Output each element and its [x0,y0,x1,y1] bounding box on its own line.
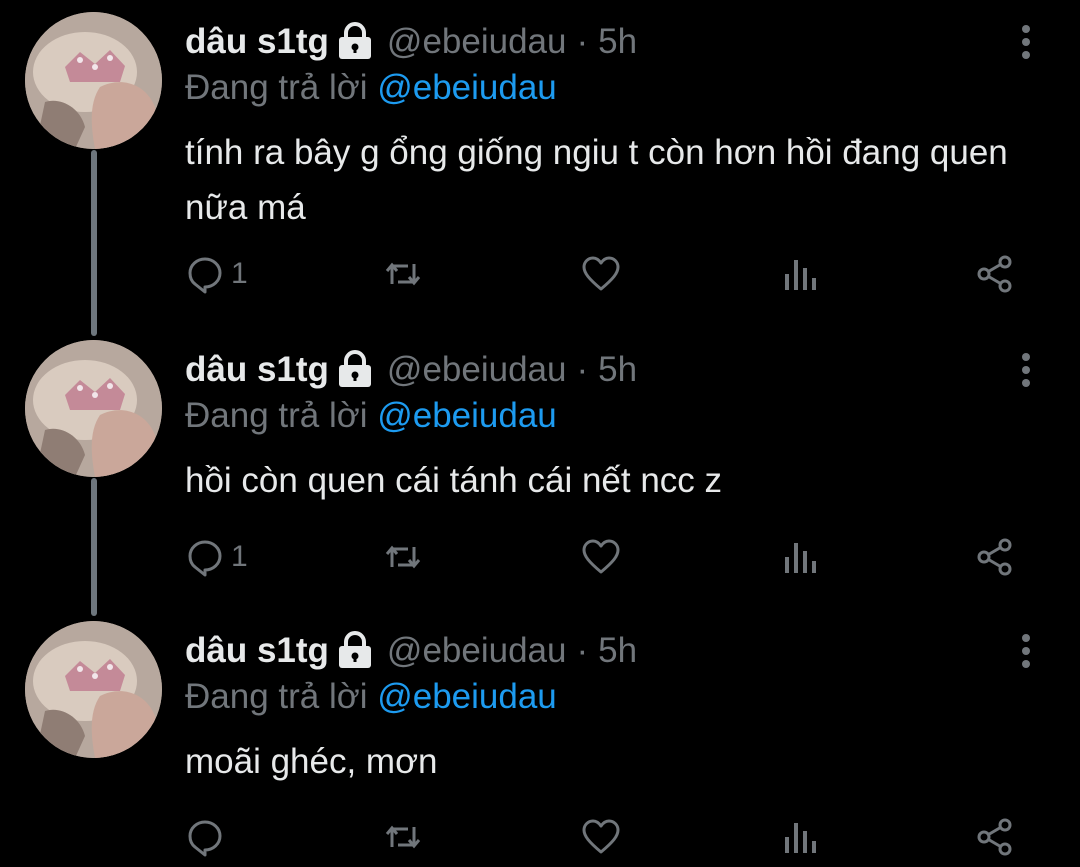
reply-icon [188,257,222,294]
replying-to-label: Đang trả lời [185,68,368,107]
tweet-actions: 1 [185,535,1025,579]
retweet-icon [385,262,421,286]
views-icon [785,823,816,853]
separator-dot: · [576,350,589,389]
reply-button[interactable]: 1 [185,535,248,579]
mention-link[interactable]: @ebeiudau [377,396,557,435]
reply-icon [188,820,222,857]
user-handle[interactable]: @ebeiudau [387,22,567,62]
retweet-button[interactable] [383,535,429,579]
reply-count: 1 [231,257,248,290]
replying-to: Đang trả lời @ebeiudau [185,677,557,717]
share-icon [977,255,1012,293]
separator-dot: · [576,22,589,61]
mention-link[interactable]: @ebeiudau [377,68,557,107]
heart-icon [582,256,620,291]
retweet-button[interactable] [383,815,429,859]
lock-icon [335,350,375,390]
heart-icon [582,539,620,574]
timestamp[interactable]: 5h [598,350,637,390]
user-handle[interactable]: @ebeiudau [387,631,567,671]
like-button[interactable] [581,535,627,579]
tweet[interactable]: dâu s1tg @ebeiudau · 5h Đang trả lời @eb… [0,340,1080,600]
avatar[interactable] [25,340,162,477]
timestamp[interactable]: 5h [598,631,637,671]
share-icon [977,538,1012,576]
retweet-button[interactable] [383,252,429,296]
tweet-text: hồi còn quen cái tánh cái nết ncc z [185,461,723,500]
views-button[interactable] [779,535,825,579]
reply-count: 1 [231,540,248,573]
user-handle[interactable]: @ebeiudau [387,350,567,390]
more-vertical-icon[interactable] [1014,22,1038,62]
share-button[interactable] [975,815,1015,859]
reply-icon [188,540,222,577]
tweet-text: moãi ghéc, mơn [185,742,438,781]
views-icon [785,543,816,573]
share-icon [977,818,1012,856]
display-name[interactable]: dâu s1tg [185,631,329,671]
tweet-actions [185,815,1025,859]
more-vertical-icon[interactable] [1014,631,1038,671]
lock-icon [335,631,375,671]
retweet-icon [385,545,421,569]
display-name[interactable]: dâu s1tg [185,350,329,390]
share-button[interactable] [975,252,1015,296]
mention-link[interactable]: @ebeiudau [377,677,557,716]
retweet-icon [385,825,421,849]
views-button[interactable] [779,252,825,296]
views-icon [785,260,816,290]
tweet-text: tính ra bây g ổng giống ngiu t còn hơn h… [185,133,1008,227]
replying-to-label: Đang trả lời [185,396,368,435]
heart-icon [582,819,620,854]
share-button[interactable] [975,535,1015,579]
like-button[interactable] [581,252,627,296]
separator-dot: · [576,631,589,670]
timestamp[interactable]: 5h [598,22,637,62]
like-button[interactable] [581,815,627,859]
reply-button[interactable]: 1 [185,252,248,296]
tweet[interactable]: dâu s1tg @ebeiudau · 5h Đang trả lời @eb… [0,12,1080,312]
replying-to: Đang trả lời @ebeiudau [185,68,557,108]
reply-button[interactable] [185,815,231,859]
replying-to-label: Đang trả lời [185,677,368,716]
views-button[interactable] [779,815,825,859]
avatar[interactable] [25,621,162,758]
lock-icon [335,22,375,62]
replying-to: Đang trả lời @ebeiudau [185,396,557,436]
avatar[interactable] [25,12,162,149]
tweet[interactable]: dâu s1tg @ebeiudau · 5h Đang trả lời @eb… [0,621,1080,867]
tweet-actions: 1 [185,252,1025,296]
display-name[interactable]: dâu s1tg [185,22,329,62]
more-vertical-icon[interactable] [1014,350,1038,390]
